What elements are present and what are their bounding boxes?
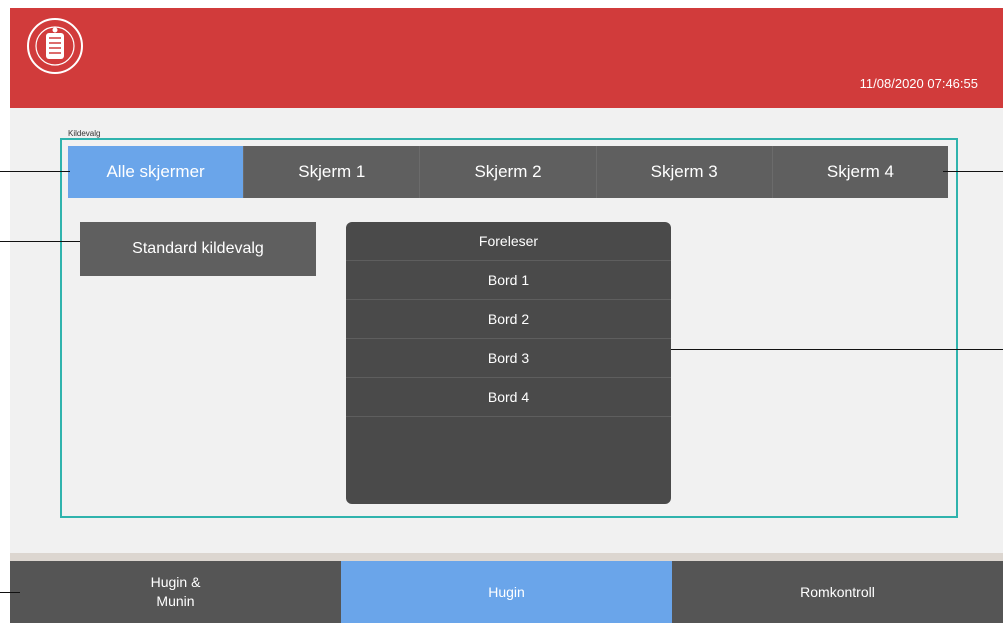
nav-label: Hugin & Munin bbox=[150, 574, 201, 609]
list-item-label: Bord 2 bbox=[487, 311, 530, 327]
header-bar: 11/08/2020 07:46:55 bbox=[10, 8, 1003, 108]
nav-room-control[interactable]: Romkontroll bbox=[672, 561, 1003, 623]
list-item-label: Bord 3 bbox=[487, 350, 530, 366]
source-item-table-1[interactable]: Bord 1 bbox=[346, 261, 671, 300]
annotation-line-tabs-left bbox=[0, 171, 70, 172]
tab-label: Skjerm 2 bbox=[474, 162, 542, 181]
source-item-table-4[interactable]: Bord 4 bbox=[346, 378, 671, 417]
annotation-line-tabs-right bbox=[943, 171, 1003, 172]
source-item-table-2[interactable]: Bord 2 bbox=[346, 300, 671, 339]
tab-label: Alle skjermer bbox=[106, 162, 205, 181]
datetime-display: 11/08/2020 07:46:55 bbox=[859, 76, 978, 91]
standard-source-button[interactable]: Standard kildevalg bbox=[80, 222, 316, 276]
annotation-line-footer bbox=[0, 592, 20, 593]
group-legend: Kildevalg bbox=[65, 129, 104, 138]
touch-panel-screen: 11/08/2020 07:46:55 Kildevalg Alle skjer… bbox=[10, 8, 1003, 623]
nav-label: Romkontroll bbox=[800, 583, 875, 600]
nav-label: Hugin bbox=[488, 583, 525, 600]
list-item-label: Foreleser bbox=[478, 233, 539, 249]
footer-nav: Hugin & Munin Hugin Romkontroll bbox=[10, 561, 1003, 623]
nav-hugin[interactable]: Hugin bbox=[341, 561, 672, 623]
annotation-line-standard-button bbox=[0, 241, 80, 242]
list-item-label: Bord 4 bbox=[487, 389, 530, 405]
source-item-lecturer[interactable]: Foreleser bbox=[346, 222, 671, 261]
university-seal-icon bbox=[27, 18, 83, 74]
tab-screen-2[interactable]: Skjerm 2 bbox=[420, 146, 597, 198]
tab-label: Skjerm 1 bbox=[298, 162, 366, 181]
tab-screen-1[interactable]: Skjerm 1 bbox=[244, 146, 421, 198]
button-label: Standard kildevalg bbox=[132, 240, 264, 257]
list-item-label: Bord 1 bbox=[487, 272, 530, 288]
tab-all-screens[interactable]: Alle skjermer bbox=[68, 146, 245, 198]
screen-tabs: Alle skjermer Skjerm 1 Skjerm 2 Skjerm 3… bbox=[68, 146, 949, 198]
footer-divider bbox=[10, 553, 1003, 561]
tab-label: Skjerm 3 bbox=[650, 162, 718, 181]
tab-screen-4[interactable]: Skjerm 4 bbox=[772, 146, 949, 198]
tab-label: Skjerm 4 bbox=[826, 162, 894, 181]
annotation-line-source-list bbox=[671, 349, 1003, 350]
source-list: Foreleser Bord 1 Bord 2 Bord 3 Bord 4 bbox=[346, 222, 671, 504]
source-item-table-3[interactable]: Bord 3 bbox=[346, 339, 671, 378]
nav-hugin-munin[interactable]: Hugin & Munin bbox=[10, 561, 341, 623]
tab-screen-3[interactable]: Skjerm 3 bbox=[596, 146, 773, 198]
